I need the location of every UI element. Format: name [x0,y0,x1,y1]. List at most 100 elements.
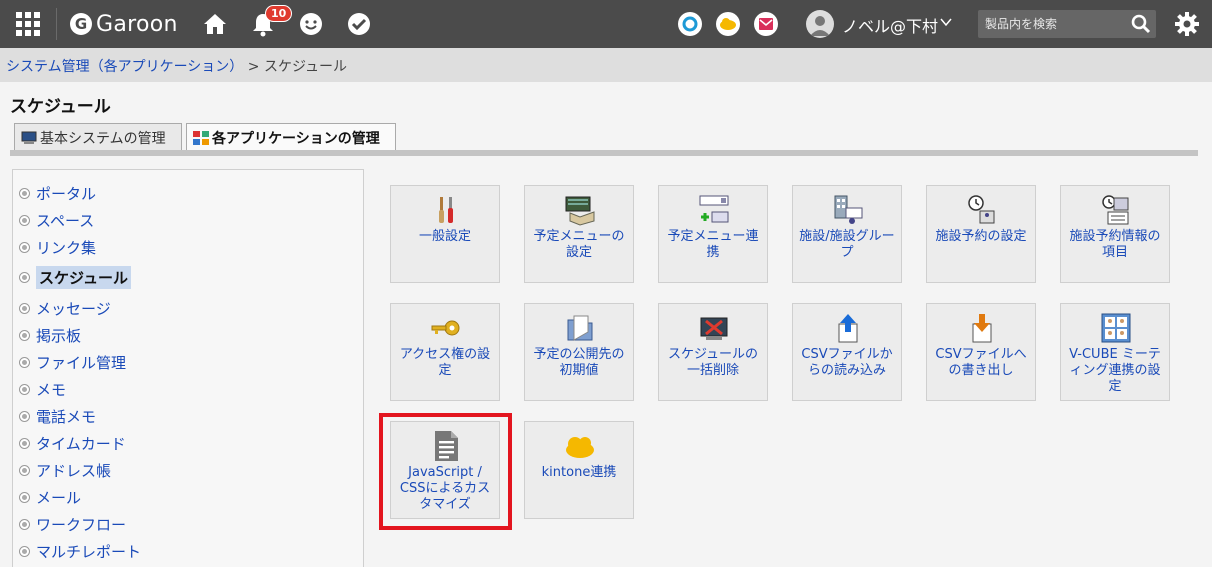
sidebar-item-multi-report[interactable]: マルチレポート [19,540,141,562]
tile-label: 施設予約の設定 [935,229,1027,244]
tile-access-rights[interactable]: アクセス権の設定 [390,303,500,401]
breadcrumb-separator: > [247,59,260,75]
tile-label: kintone連携 [541,465,617,480]
sidebar-item-schedule[interactable]: スケジュール [19,265,131,289]
sidebar-item-label: ファイル管理 [36,353,127,372]
bullet-icon [19,329,30,341]
tile-label: V-CUBE ミーティング連携の設定 [1069,347,1161,394]
menu-book-icon [565,196,595,226]
tile-general-settings[interactable]: 一般設定 [390,185,500,283]
user-avatar[interactable] [806,10,834,38]
tab-basic-system[interactable]: 基本システムの管理 [14,123,182,151]
tile-label: 施設予約情報の項目 [1069,229,1161,260]
tile-reservation-settings[interactable]: 施設予約の設定 [926,185,1036,283]
sidebar-item-label: スペース [36,211,95,230]
garoon-logo[interactable]: G Garoon [70,10,178,38]
sidebar-item-memo[interactable]: メモ [19,378,66,400]
bullet-icon [19,214,30,226]
smile-icon[interactable] [298,11,324,37]
reservation-items-icon [1102,195,1129,225]
tab-applications[interactable]: 各アプリケーションの管理 [186,123,396,151]
tile-bulk-delete[interactable]: スケジュールの一括削除 [658,303,768,401]
search-box [978,10,1156,38]
bullet-icon [19,410,30,422]
tile-facility-group[interactable]: 施設/施設グループ [792,185,902,283]
bullet-icon [19,464,30,476]
sidebar-item-bulletin[interactable]: 掲示板 [19,324,81,346]
bullet-icon [19,545,30,557]
folder-icon [567,315,593,341]
kintone-cloud-icon [566,437,594,458]
tab-underline [10,150,1198,156]
chevron-down-icon[interactable] [940,16,952,28]
user-name[interactable]: ノベル@下村 [842,13,938,37]
tile-label: 予定メニューの設定 [533,229,625,260]
sidebar-item-label: メッセージ [36,299,111,318]
tab-basic-system-label: 基本システムの管理 [40,130,166,147]
sidebar-item-label: ポータル [36,184,97,203]
sidebar-item-label: リンク集 [36,238,97,257]
sidebar-item-address-book[interactable]: アドレス帳 [19,459,111,481]
sidebar-item-files[interactable]: ファイル管理 [19,351,126,373]
breadcrumb-bar: システム管理（各アプリケーション） > スケジュール [0,48,1212,82]
bullet-icon [19,187,30,199]
tile-csv-import[interactable]: CSVファイルからの読み込み [792,303,902,401]
csv-import-icon [838,314,858,343]
bullet-icon [19,356,30,368]
applications-icon [193,130,209,145]
sidebar-item-label: メモ [36,380,67,399]
notification-badge: 10 [265,5,293,22]
sidebar-item-label: メール [36,488,82,507]
tile-reservation-items[interactable]: 施設予約情報の項目 [1060,185,1170,283]
tile-csv-export[interactable]: CSVファイルへの書き出し [926,303,1036,401]
tab-applications-label: 各アプリケーションの管理 [212,130,380,147]
tools-icon [439,197,453,223]
tile-kintone-link[interactable]: kintone連携 [524,421,634,519]
bullet-icon [19,271,30,283]
tile-menu-link[interactable]: 予定メニュー連携 [658,185,768,283]
tile-label: 施設/施設グループ [799,229,895,260]
header-divider [56,8,57,40]
reservation-settings-icon [968,195,995,224]
sidebar-item-space[interactable]: スペース [19,209,94,231]
sidebar-item-links[interactable]: リンク集 [19,236,96,258]
home-icon[interactable] [202,11,228,37]
sidebar-item-timecard[interactable]: タイムカード [19,432,126,454]
logo-text: Garoon [96,11,178,37]
tile-label: 予定の公開先の初期値 [533,347,625,378]
kintone-icon[interactable] [716,12,740,36]
facility-icon [834,195,863,224]
tile-label: CSVファイルへの書き出し [935,347,1027,378]
tile-label: 一般設定 [418,229,471,244]
tile-menu-settings[interactable]: 予定メニューの設定 [524,185,634,283]
menu-link-icon [699,195,729,223]
cybozu-icon[interactable] [678,12,702,36]
breadcrumb-current: スケジュール [263,59,347,75]
sidebar: ポータル スペース リンク集 スケジュール メッセージ 掲示板 ファイル管理 メ… [12,169,364,567]
sidebar-item-label: スケジュール [36,265,131,289]
sidebar-item-workflow[interactable]: ワークフロー [19,513,126,535]
sidebar-item-phone-memo[interactable]: 電話メモ [19,405,96,427]
top-bar: G Garoon 10 ノベル@下村 [0,0,1212,48]
sidebar-item-mail[interactable]: メール [19,486,81,508]
app-menu-icon[interactable] [16,12,40,36]
search-icon[interactable] [1130,13,1152,35]
search-input[interactable] [978,10,1128,38]
bullet-icon [19,518,30,530]
tile-label: アクセス権の設定 [399,347,491,378]
breadcrumb: システム管理（各アプリケーション） > スケジュール [6,56,347,76]
sidebar-item-label: 電話メモ [36,407,97,426]
v-cube-icon [1101,313,1131,343]
tile-v-cube[interactable]: V-CUBE ミーティング連携の設定 [1060,303,1170,401]
check-icon[interactable] [346,11,372,37]
page-title: スケジュール [10,97,111,117]
highlight-box [379,413,512,530]
csv-export-icon [972,314,992,343]
tile-publish-defaults[interactable]: 予定の公開先の初期値 [524,303,634,401]
sidebar-item-message[interactable]: メッセージ [19,297,111,319]
gear-icon[interactable] [1174,11,1200,37]
sidebar-item-portal[interactable]: ポータル [19,182,96,204]
breadcrumb-parent-link[interactable]: システム管理（各アプリケーション） [6,59,243,75]
sidebar-item-label: タイムカード [36,434,126,453]
mail-icon[interactable] [754,12,778,36]
